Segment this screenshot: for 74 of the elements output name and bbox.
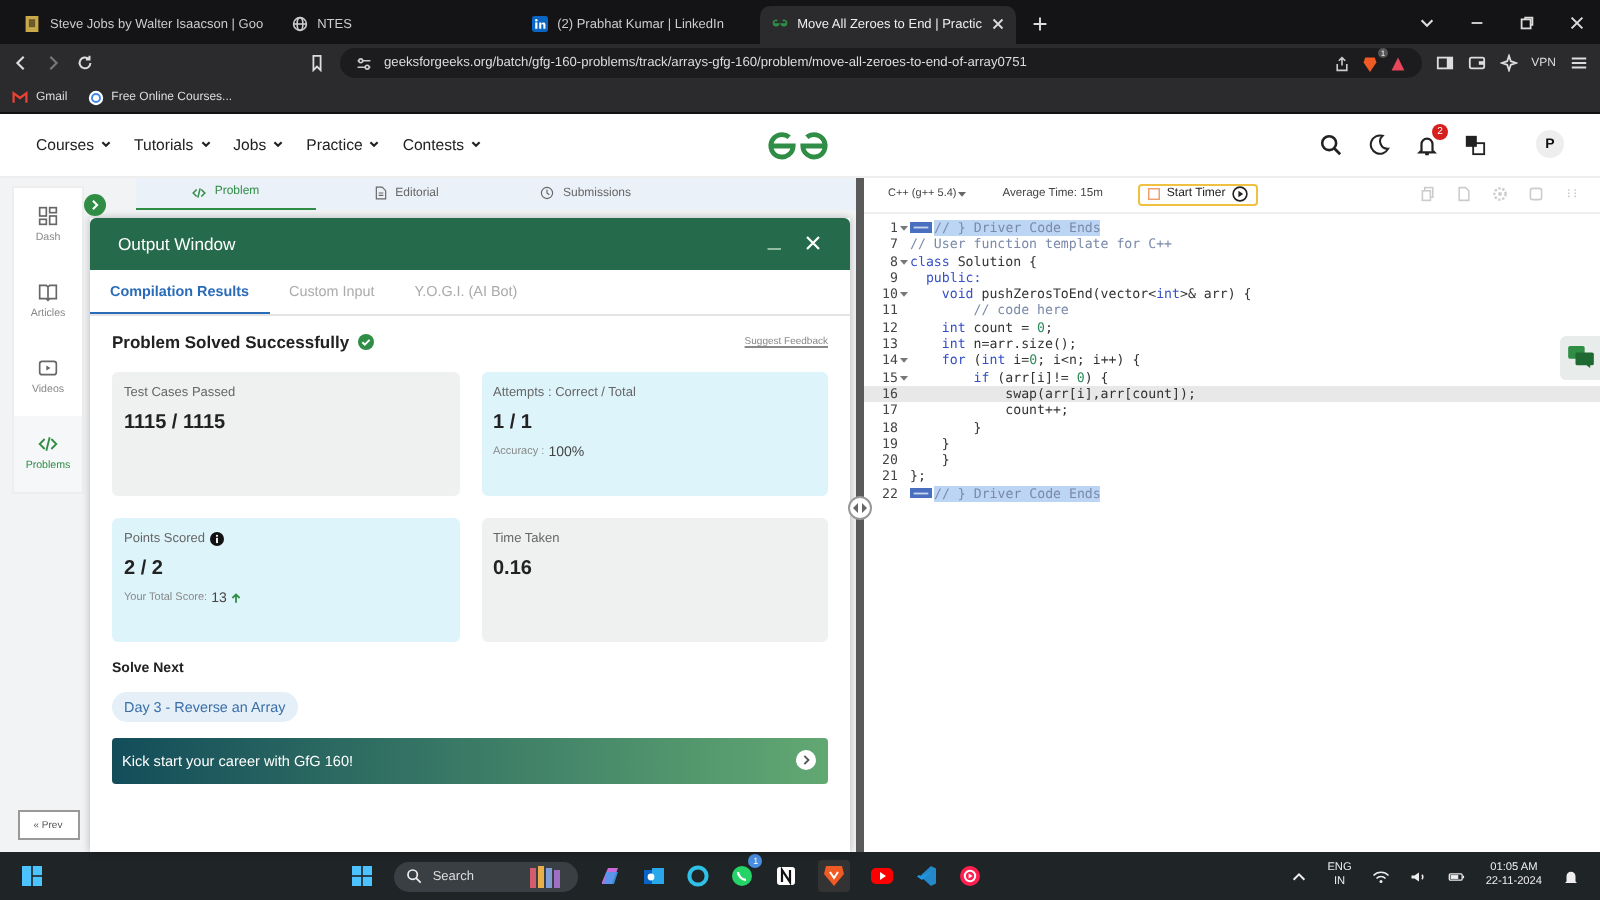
notes-icon[interactable] xyxy=(774,864,799,889)
chevron-down-icon xyxy=(100,138,113,151)
moon-icon[interactable] xyxy=(1368,133,1390,156)
music-icon[interactable] xyxy=(958,864,983,889)
windows-icon[interactable] xyxy=(20,864,44,889)
ring-icon[interactable] xyxy=(686,864,711,889)
code-icon xyxy=(38,434,58,455)
chevron-down-icon xyxy=(272,138,285,151)
wifi-icon[interactable] xyxy=(1371,867,1390,886)
code-icon xyxy=(192,185,207,200)
fold-icon[interactable] xyxy=(900,373,908,382)
book-icon xyxy=(38,282,58,303)
chevron-right-icon xyxy=(88,197,102,212)
bell-icon[interactable] xyxy=(1416,133,1438,156)
grid-icon xyxy=(38,206,58,227)
menu-icon[interactable] xyxy=(1570,54,1588,73)
status-heading: Problem Solved Successfully xyxy=(112,331,350,352)
clock-icon xyxy=(540,186,555,201)
search-icon[interactable] xyxy=(1320,133,1342,156)
check-circle-icon xyxy=(357,333,374,350)
envelope-icon xyxy=(12,89,28,106)
expand-button[interactable] xyxy=(84,193,106,216)
fold-icon[interactable] xyxy=(900,223,908,232)
gfg-icon xyxy=(771,16,788,33)
globe-icon xyxy=(87,89,104,106)
book-icon xyxy=(24,16,40,33)
chat-bubble-icon[interactable] xyxy=(730,864,755,889)
restore-icon[interactable] xyxy=(1518,13,1536,32)
wallet-icon[interactable] xyxy=(1467,54,1486,73)
chevron-down-icon xyxy=(368,138,381,151)
code-editor-icon[interactable] xyxy=(914,864,939,889)
card-value: 1 / 1 xyxy=(493,411,534,434)
caret-icon xyxy=(958,190,967,199)
site-settings-icon xyxy=(356,55,372,72)
logo-icon[interactable] xyxy=(766,129,830,162)
play-icon[interactable] xyxy=(870,864,895,889)
fold-icon[interactable] xyxy=(900,356,908,365)
linkedin-icon xyxy=(531,16,548,33)
battery-icon[interactable] xyxy=(1447,867,1466,886)
bookmark-icon[interactable] xyxy=(308,54,326,73)
search-icon xyxy=(406,868,423,885)
globe-icon xyxy=(291,16,308,33)
video-icon xyxy=(38,358,58,379)
card-value: 0.16 xyxy=(493,557,534,580)
fold-marker-icon[interactable] xyxy=(910,222,932,234)
chat-icon xyxy=(1567,346,1593,369)
triangle-icon[interactable] xyxy=(1389,55,1406,72)
card-value: 1115 / 1115 xyxy=(124,411,228,434)
speaker-icon[interactable] xyxy=(1409,867,1428,886)
start-icon[interactable] xyxy=(350,864,375,889)
share-icon[interactable] xyxy=(1333,55,1350,72)
new-tab-icon[interactable] xyxy=(1031,15,1048,32)
reload-icon[interactable] xyxy=(76,54,94,73)
close-icon[interactable] xyxy=(1568,13,1586,32)
chevron-up-icon[interactable] xyxy=(1289,867,1308,886)
fold-marker-icon[interactable] xyxy=(910,487,932,499)
window-title: Output Window xyxy=(118,233,236,254)
play-icon xyxy=(1231,186,1248,203)
close-icon[interactable] xyxy=(991,18,1004,31)
document-icon xyxy=(373,186,388,201)
sparkle-icon[interactable] xyxy=(1499,54,1518,73)
chat-button[interactable] xyxy=(1560,335,1600,380)
chevron-right-icon xyxy=(796,750,816,771)
sidebar-icon[interactable] xyxy=(1435,54,1454,73)
card-value: 2 / 2 xyxy=(124,557,165,580)
chevron-down-icon xyxy=(199,138,212,151)
bell-icon[interactable] xyxy=(1562,867,1581,886)
fold-icon[interactable] xyxy=(900,290,908,299)
chevron-down-icon xyxy=(470,138,483,151)
square-icon xyxy=(1148,188,1161,201)
mail-icon[interactable] xyxy=(642,864,667,889)
back-icon[interactable] xyxy=(12,54,30,73)
forward-icon[interactable] xyxy=(44,54,62,73)
fold-icon[interactable] xyxy=(900,257,908,266)
